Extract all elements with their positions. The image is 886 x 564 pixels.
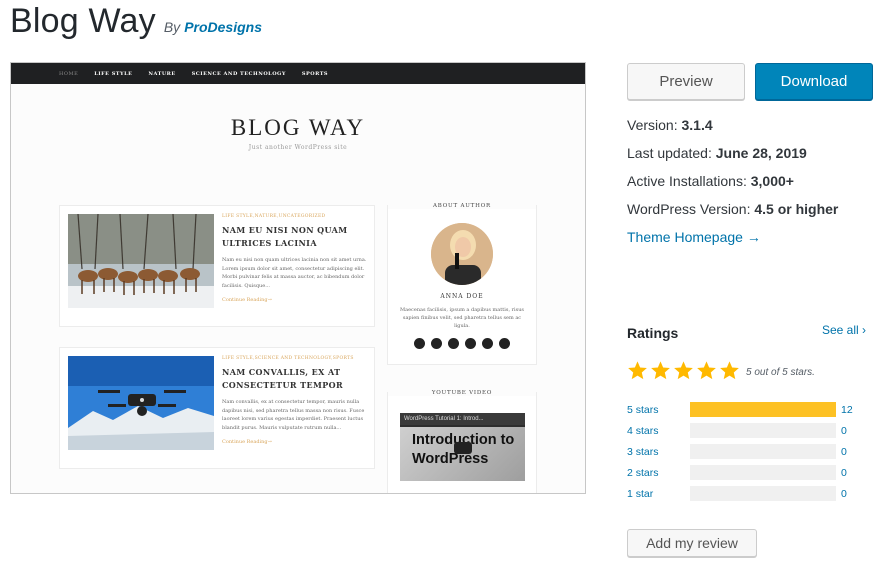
demo-post-title: NAM CONVALLIS, EX AT CONSECTETUR TEMPOR	[222, 367, 344, 390]
rating-row-1[interactable]: 1 star 0	[627, 486, 873, 502]
drone-image	[68, 356, 214, 450]
demo-post: LIFE STYLE,NATURE,UNCATEGORIZED NAM EU N…	[59, 205, 375, 327]
theme-homepage-link[interactable]: Theme Homepage →	[627, 229, 761, 245]
rating-label[interactable]: 3 stars	[627, 446, 659, 458]
demo-nav-science: SCIENCE AND TECHNOLOGY	[191, 70, 286, 77]
demo-about-widget: ABOUT AUTHOR ANNA DOE Maecenas facilisis…	[387, 203, 537, 365]
star-icon	[697, 361, 716, 380]
demo-tagline: Just another WordPress site	[248, 144, 348, 151]
updated-meta: Last updated: June 28, 2019	[627, 145, 807, 161]
ratings-heading: Ratings	[627, 325, 679, 341]
rating-label[interactable]: 5 stars	[627, 404, 659, 416]
video-widget-title: YOUTUBE VIDEO	[388, 390, 536, 396]
add-review-button[interactable]: Add my review	[627, 529, 757, 557]
demo-post-excerpt: Nam convallis, ex at consectetur tempor,…	[222, 399, 365, 431]
social-icons	[388, 338, 536, 349]
demo-nav-home: HOME	[59, 70, 79, 77]
rating-bar	[690, 402, 836, 417]
star-icon	[651, 361, 670, 380]
title-row: Blog Way By ProDesigns	[10, 2, 262, 41]
byline: By ProDesigns	[164, 19, 262, 35]
author-bio: Maecenas facilisis, ipsum a dapibus matt…	[400, 307, 524, 329]
twitter-icon	[431, 338, 442, 349]
demo-post-body: LIFE STYLE,NATURE,UNCATEGORIZED NAM EU N…	[222, 214, 368, 303]
demo-post-title: NAM EU NISI NON QUAM ULTRICES LACINIA	[222, 225, 348, 248]
theme-screenshot: HOME LIFE STYLE NATURE SCIENCE AND TECHN…	[10, 62, 586, 494]
rating-bar	[690, 423, 836, 438]
linkedin-icon	[448, 338, 459, 349]
demo-post-body: LIFE STYLE,SCIENCE AND TECHNOLOGY,SPORTS…	[222, 356, 368, 445]
video-thumbnail: WordPress Tutorial 1: Introd... Introduc…	[400, 413, 525, 481]
video-bar-title: WordPress Tutorial 1: Introd...	[400, 413, 525, 425]
demo-video-widget: YOUTUBE VIDEO WordPress Tutorial 1: Intr…	[387, 390, 537, 493]
star-rating	[627, 360, 740, 381]
demo-nav-lifestyle: LIFE STYLE	[94, 70, 133, 77]
wp-version-label: WordPress Version:	[627, 201, 751, 217]
rating-row-5[interactable]: 5 stars 12	[627, 402, 873, 418]
rating-count[interactable]: 0	[841, 467, 847, 479]
installs-value: 3,000+	[750, 173, 794, 189]
demo-post-excerpt: Nam eu nisi non quam ultrices lacinia no…	[222, 257, 367, 289]
rating-row-3[interactable]: 3 stars 0	[627, 444, 873, 460]
wp-version-value: 4.5 or higher	[754, 201, 839, 217]
rating-count[interactable]: 0	[841, 446, 847, 458]
youtube-icon	[499, 338, 510, 349]
rating-label[interactable]: 4 stars	[627, 425, 659, 437]
download-button[interactable]: Download	[755, 63, 873, 100]
version-meta: Version: 3.1.4	[627, 117, 713, 133]
updated-label: Last updated:	[627, 145, 712, 161]
rating-label[interactable]: 2 stars	[627, 467, 659, 479]
author-avatar	[431, 223, 493, 285]
rating-row-2[interactable]: 2 stars 0	[627, 465, 873, 481]
pinterest-icon	[482, 338, 493, 349]
demo-post: LIFE STYLE,SCIENCE AND TECHNOLOGY,SPORTS…	[59, 347, 375, 469]
rating-bar	[690, 444, 836, 459]
star-icon	[628, 361, 647, 380]
see-all-link[interactable]: See all ›	[822, 323, 866, 337]
rating-label[interactable]: 1 star	[627, 488, 653, 500]
rating-row-4[interactable]: 4 stars 0	[627, 423, 873, 439]
rating-count[interactable]: 12	[841, 404, 853, 416]
author-name: ANNA DOE	[440, 293, 484, 300]
installs-label: Active Installations:	[627, 173, 747, 189]
theme-title: Blog Way	[10, 2, 156, 40]
rating-count[interactable]: 0	[841, 425, 847, 437]
demo-nav-nature: NATURE	[148, 70, 176, 77]
rating-bar-fill	[690, 402, 836, 417]
rating-count[interactable]: 0	[841, 488, 847, 500]
preview-button[interactable]: Preview	[627, 63, 745, 100]
stars-summary: 5 out of 5 stars.	[746, 367, 815, 378]
demo-continue-reading: Continue Reading→	[222, 297, 272, 304]
rating-bar	[690, 486, 836, 501]
deer-image	[68, 214, 214, 308]
star-icon	[720, 361, 739, 380]
demo-post-categories: LIFE STYLE,SCIENCE AND TECHNOLOGY,SPORTS	[222, 356, 354, 361]
instagram-icon	[465, 338, 476, 349]
demo-blog-name: BLOG WAY	[230, 115, 366, 140]
facebook-icon	[414, 338, 425, 349]
updated-value: June 28, 2019	[715, 145, 807, 161]
demo-continue-reading: Continue Reading→	[222, 439, 272, 446]
about-widget-title: ABOUT AUTHOR	[388, 203, 536, 209]
star-icon	[674, 361, 693, 380]
installs-meta: Active Installations: 3,000+	[627, 173, 794, 189]
play-icon	[454, 442, 472, 454]
demo-post-categories: LIFE STYLE,NATURE,UNCATEGORIZED	[222, 214, 326, 219]
demo-nav: HOME LIFE STYLE NATURE SCIENCE AND TECHN…	[11, 63, 585, 84]
version-label: Version:	[627, 117, 678, 133]
demo-nav-sports: SPORTS	[301, 70, 329, 77]
author-link[interactable]: ProDesigns	[184, 19, 262, 35]
by-label: By	[163, 19, 181, 35]
wp-version-meta: WordPress Version: 4.5 or higher	[627, 201, 838, 217]
version-value: 3.1.4	[681, 117, 713, 133]
rating-bar	[690, 465, 836, 480]
